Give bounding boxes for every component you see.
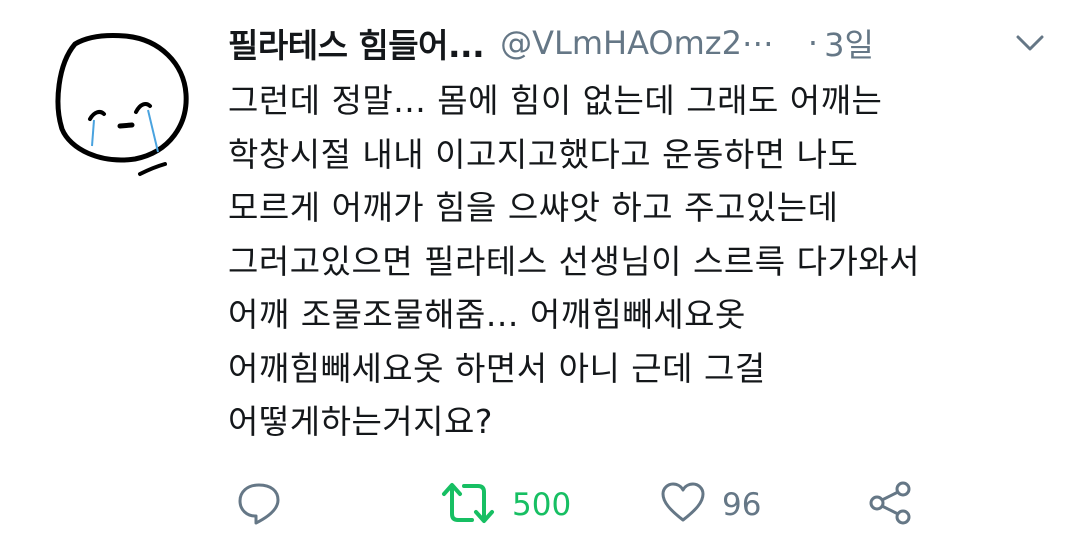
share-button[interactable] bbox=[868, 475, 914, 535]
user-handle[interactable]: @VLmHAOmz2⋯ bbox=[500, 24, 774, 62]
separator-dot: · bbox=[807, 24, 819, 62]
like-count: 96 bbox=[722, 487, 762, 523]
tweet-text: 그런데 정말... 몸에 힘이 없는데 그래도 어깨는 학창시절 내내 이고지고… bbox=[228, 81, 921, 441]
chevron-down-icon[interactable] bbox=[1010, 23, 1050, 63]
timestamp[interactable]: 3일 bbox=[824, 20, 874, 66]
retweet-icon bbox=[440, 480, 496, 530]
like-button[interactable]: 96 bbox=[660, 475, 761, 535]
tweet-actions: 500 96 bbox=[228, 475, 1080, 535]
reply-icon bbox=[236, 480, 282, 530]
heart-icon bbox=[660, 480, 706, 530]
retweet-count: 500 bbox=[512, 487, 572, 523]
tweet-header: 필라테스 힘들어... @VLmHAOmz2⋯ · 3일 bbox=[228, 18, 1050, 68]
avatar[interactable] bbox=[40, 24, 200, 184]
retweet-button[interactable]: 500 bbox=[440, 475, 571, 535]
reply-button[interactable] bbox=[236, 475, 282, 535]
avatar-drawing bbox=[55, 33, 189, 176]
share-icon bbox=[868, 480, 914, 530]
display-name[interactable]: 필라테스 힘들어... bbox=[228, 19, 485, 67]
